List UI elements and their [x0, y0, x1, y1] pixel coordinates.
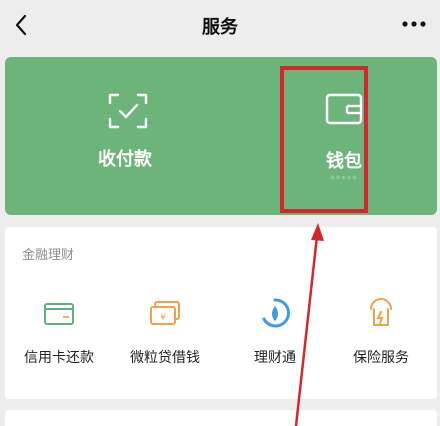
svg-text:¥: ¥	[160, 313, 166, 323]
finance-section: 金融理财 信用卡还款 ¥ 微粒贷借钱 理财通 保险服务	[5, 227, 437, 399]
page-title: 服务	[202, 17, 238, 38]
service-item-wealth[interactable]: 理财通	[221, 292, 329, 377]
insurance-icon	[370, 298, 392, 326]
service-item-loan[interactable]: ¥ 微粒贷借钱	[111, 292, 219, 377]
loan-icon: ¥	[150, 301, 180, 325]
service-label: 信用卡还款	[24, 350, 94, 366]
next-section-card	[5, 410, 437, 426]
service-label: 保险服务	[353, 350, 409, 366]
top-bar: 服务	[0, 0, 440, 50]
service-item-credit-card[interactable]: 信用卡还款	[5, 292, 113, 377]
service-label: 微粒贷借钱	[130, 350, 200, 366]
pay-receive-label: 收付款	[98, 149, 152, 170]
wallet-highlight-box	[280, 66, 368, 213]
more-button[interactable]	[396, 10, 432, 38]
section-title: 金融理财	[22, 248, 75, 263]
service-label: 理财通	[254, 350, 296, 366]
credit-card-icon	[44, 303, 74, 325]
more-dots-icon	[402, 21, 426, 27]
services-banner: 收付款 钱包 *****	[5, 57, 437, 215]
service-item-insurance[interactable]: 保险服务	[327, 292, 435, 377]
pay-receive-button[interactable]: 收付款	[5, 57, 245, 215]
wealth-icon	[262, 298, 291, 328]
scan-check-icon	[108, 93, 148, 129]
